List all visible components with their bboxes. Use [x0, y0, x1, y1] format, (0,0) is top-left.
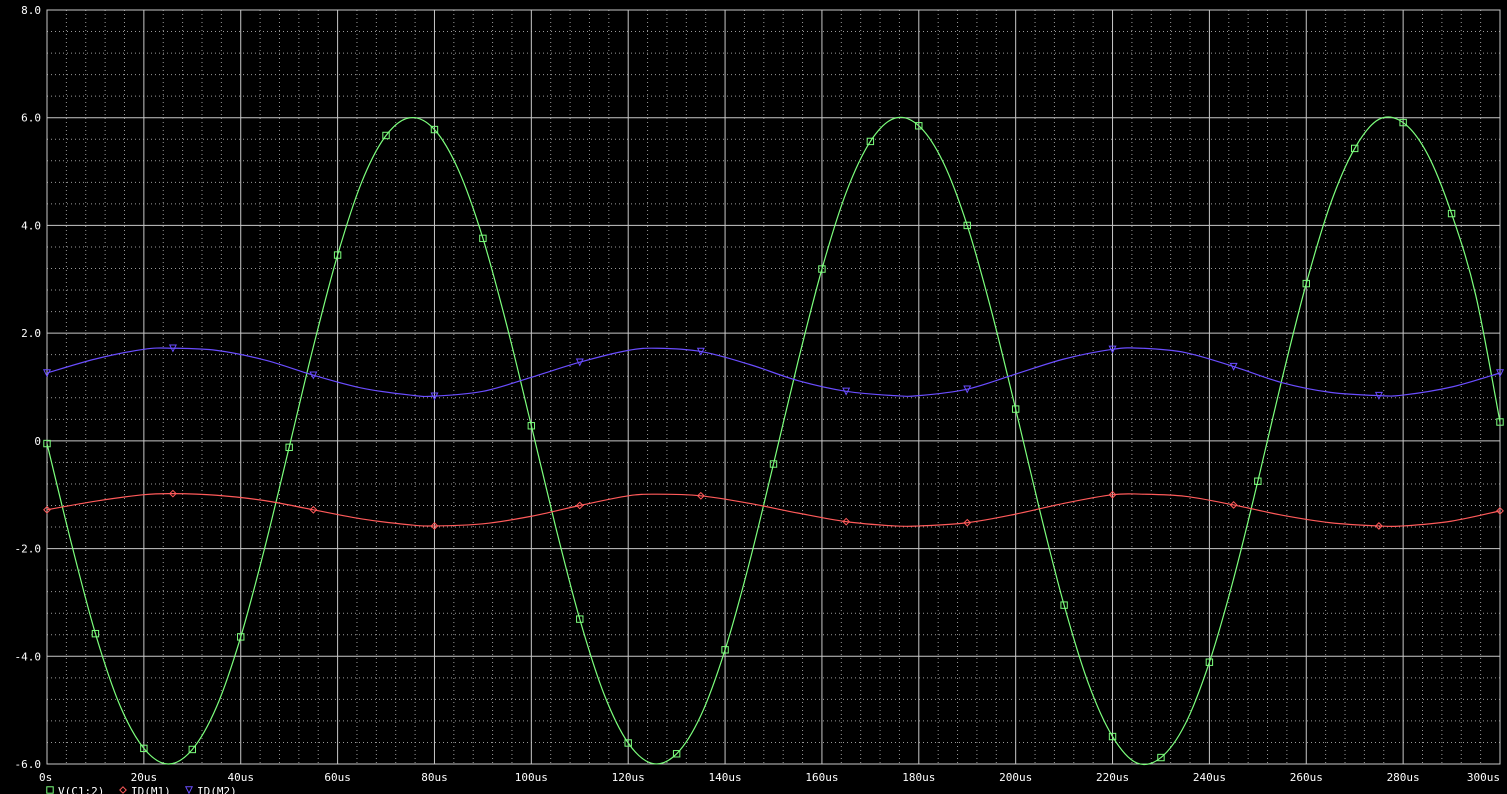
x-tick-label: 60us [324, 771, 351, 784]
y-tick-label: -2.0 [15, 543, 42, 556]
y-tick-label: 0 [34, 435, 41, 448]
legend: V(C1:2) ID(M1) ID(M2) [46, 785, 237, 794]
x-tick-label: 160us [805, 771, 838, 784]
x-tick-label: 180us [902, 771, 935, 784]
x-tick-label: 140us [709, 771, 742, 784]
x-tick-label: 300us [1467, 771, 1500, 784]
y-tick-label: 2.0 [21, 327, 41, 340]
y-tick-label: 4.0 [21, 219, 41, 232]
x-tick-label: 20us [131, 771, 158, 784]
legend-label-id-m1: ID(M1) [131, 785, 171, 794]
plot-background [0, 0, 1507, 794]
y-tick-label: 8.0 [21, 4, 41, 17]
y-tick-label: -6.0 [15, 758, 42, 771]
y-tick-label: 6.0 [21, 112, 41, 125]
y-tick-label: -4.0 [15, 650, 42, 663]
legend-label-v-c1-2: V(C1:2) [58, 785, 104, 794]
x-tick-label: 220us [1096, 771, 1129, 784]
x-tick-label: 100us [515, 771, 548, 784]
x-tick-label: 80us [421, 771, 448, 784]
x-tick-label: 40us [227, 771, 254, 784]
x-tick-label: 260us [1290, 771, 1323, 784]
x-tick-label: 240us [1193, 771, 1226, 784]
x-tick-label: 120us [612, 771, 645, 784]
waveform-plot: 8.0 6.0 4.0 2.0 0 -2.0 -4.0 -6.0 0s 20us 40us 60us… [0, 0, 1507, 794]
x-tick-label: 280us [1387, 771, 1420, 784]
legend-label-id-m2: ID(M2) [197, 785, 237, 794]
x-tick-label: 0s [39, 771, 52, 784]
x-tick-label: 200us [999, 771, 1032, 784]
